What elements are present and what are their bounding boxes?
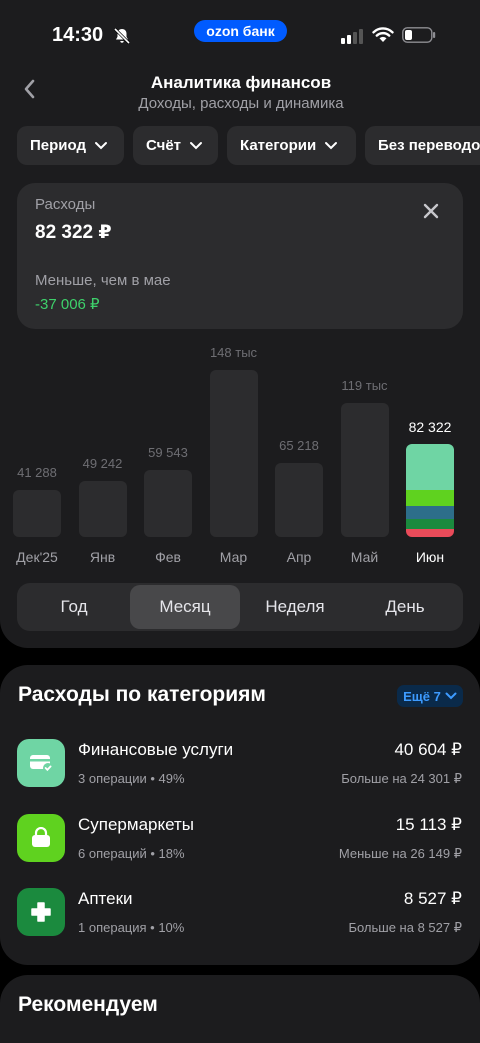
category-name: Супермаркеты bbox=[78, 815, 195, 834]
bar-category-label: Дек'25 bbox=[16, 549, 58, 565]
bar-value-label: 65 218 bbox=[279, 438, 319, 453]
signal-icon bbox=[341, 29, 363, 44]
card-check-icon bbox=[30, 755, 53, 773]
category-meta: 6 операций • 18% bbox=[78, 846, 185, 861]
category-icon bbox=[17, 739, 65, 787]
bar-segment bbox=[406, 519, 454, 529]
period-day[interactable]: День bbox=[350, 585, 460, 629]
bar-category-label: Апр bbox=[286, 549, 312, 565]
period-year[interactable]: Год bbox=[19, 585, 129, 629]
brand-badge: ozon банк bbox=[194, 20, 287, 42]
category-meta: 1 операция • 10% bbox=[78, 920, 185, 935]
bell-muted-icon bbox=[113, 27, 131, 45]
category-name: Аптеки bbox=[78, 889, 133, 908]
bar[interactable] bbox=[144, 470, 192, 537]
bar[interactable] bbox=[340, 403, 389, 537]
summary-value: 82 322 ₽ bbox=[35, 222, 112, 243]
bar-active[interactable] bbox=[406, 444, 454, 537]
chevron-down-icon bbox=[445, 692, 457, 700]
battery-icon bbox=[402, 27, 436, 43]
bar[interactable] bbox=[209, 370, 258, 537]
bar[interactable] bbox=[275, 463, 323, 537]
categories-title: Расходы по категориям bbox=[18, 683, 266, 706]
category-meta: 3 операции • 49% bbox=[78, 771, 185, 786]
category-icon bbox=[17, 888, 65, 936]
chevron-down-icon bbox=[95, 141, 107, 149]
filter-no-transfers[interactable]: Без переводов bbox=[365, 126, 480, 165]
more-label: Ещё 7 bbox=[403, 688, 441, 704]
bar-category-label: Фев bbox=[155, 549, 181, 565]
bar-segment bbox=[406, 489, 454, 507]
bar-value-label: 49 242 bbox=[82, 456, 123, 471]
more-categories-button[interactable]: Ещё 7 bbox=[397, 685, 463, 707]
close-icon[interactable] bbox=[423, 203, 439, 219]
category-compare: Меньше на 26 149 ₽ bbox=[338, 846, 462, 861]
page-subtitle: Доходы, расходы и динамика bbox=[138, 95, 344, 112]
bar-value-label: 59 543 bbox=[148, 445, 188, 460]
category-compare: Больше на 24 301 ₽ bbox=[341, 771, 462, 786]
category-amount: 40 604 ₽ bbox=[394, 740, 462, 759]
summary-compare-value: -37 006 ₽ bbox=[35, 296, 100, 313]
category-icon bbox=[17, 814, 65, 862]
category-name: Финансовые услуги bbox=[78, 740, 234, 759]
medical-cross-icon bbox=[31, 902, 51, 922]
category-compare: Больше на 8 527 ₽ bbox=[348, 920, 462, 935]
bar-value-label: 41 288 bbox=[17, 465, 57, 480]
bar-segment bbox=[406, 528, 454, 537]
shopping-bag-icon bbox=[32, 827, 50, 847]
chevron-down-icon bbox=[190, 141, 203, 149]
filter-categories[interactable]: Категории bbox=[227, 126, 356, 165]
summary-label: Расходы bbox=[35, 196, 96, 213]
filter-label: Категории bbox=[240, 137, 317, 154]
filter-account[interactable]: Счёт bbox=[133, 126, 218, 165]
bar-category-label: Янв bbox=[89, 549, 116, 565]
wifi-icon bbox=[372, 27, 394, 42]
bar-segment bbox=[406, 506, 454, 520]
expenses-summary: Расходы 82 322 ₽ Меньше, чем в мае -37 0… bbox=[17, 183, 463, 329]
chevron-down-icon bbox=[325, 141, 338, 149]
summary-compare-label: Меньше, чем в мае bbox=[35, 272, 171, 289]
bar-value-label: 82 322 bbox=[408, 419, 452, 435]
filter-period[interactable]: Период bbox=[17, 126, 124, 165]
filter-label: Счёт bbox=[146, 137, 182, 154]
category-amount: 15 113 ₽ bbox=[395, 815, 462, 834]
category-amount: 8 527 ₽ bbox=[403, 889, 462, 908]
bar-category-label: Июн bbox=[415, 549, 445, 565]
filter-label: Период bbox=[30, 137, 86, 154]
status-time: 14:30 bbox=[52, 24, 104, 46]
period-segmented-control: Год Месяц Неделя День bbox=[17, 583, 463, 631]
bar-category-label: Май bbox=[350, 549, 379, 565]
bar-segment bbox=[406, 444, 454, 490]
period-month[interactable]: Месяц bbox=[130, 585, 240, 629]
bar[interactable] bbox=[13, 490, 61, 537]
bar[interactable] bbox=[78, 481, 127, 537]
bar-value-label: 119 тыс bbox=[341, 378, 388, 393]
filter-label: Без переводов bbox=[378, 137, 480, 154]
bar-value-label: 148 тыс bbox=[209, 345, 258, 360]
recommend-title: Рекомендуем bbox=[18, 993, 158, 1016]
period-week[interactable]: Неделя bbox=[240, 585, 350, 629]
page-title: Аналитика финансов bbox=[150, 73, 332, 92]
bar-category-label: Мар bbox=[219, 549, 248, 565]
